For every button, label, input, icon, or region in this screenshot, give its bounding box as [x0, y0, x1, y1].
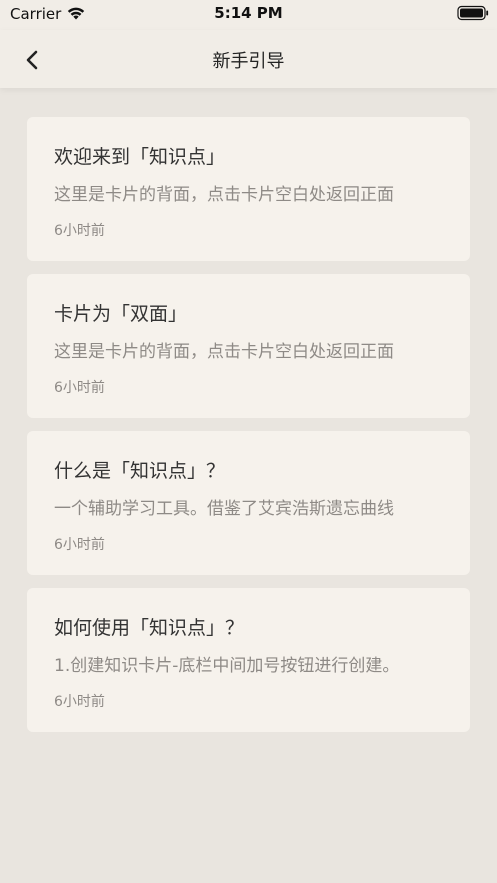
battery-icon — [457, 5, 489, 21]
knowledge-card[interactable]: 如何使用「知识点」？ 1.创建知识卡片-底栏中间加号按钮进行创建。 6小时前 — [27, 588, 470, 732]
knowledge-card[interactable]: 欢迎来到「知识点」 这里是卡片的背面，点击卡片空白处返回正面 6小时前 — [27, 117, 470, 261]
status-bar: Carrier 5:14 PM — [0, 0, 497, 30]
card-timestamp: 6小时前 — [54, 223, 105, 239]
card-timestamp: 6小时前 — [54, 537, 105, 553]
navigation-bar: 新手引导 — [0, 30, 497, 88]
card-title: 如何使用「知识点」？ — [54, 617, 245, 639]
card-timestamp: 6小时前 — [54, 694, 105, 710]
card-list: 欢迎来到「知识点」 这里是卡片的背面，点击卡片空白处返回正面 6小时前 卡片为「… — [27, 117, 470, 745]
knowledge-card[interactable]: 什么是「知识点」？ 一个辅助学习工具。借鉴了艾宾浩斯遗忘曲线 6小时前 — [27, 431, 470, 575]
status-time: 5:14 PM — [214, 4, 283, 22]
knowledge-card[interactable]: 卡片为「双面」 这里是卡片的背面，点击卡片空白处返回正面 6小时前 — [27, 274, 470, 418]
card-title: 什么是「知识点」？ — [54, 460, 226, 482]
card-title: 欢迎来到「知识点」 — [54, 146, 226, 168]
card-preview: 这里是卡片的背面，点击卡片空白处返回正面 — [54, 342, 394, 362]
page-title: 新手引导 — [212, 51, 285, 72]
card-preview: 1.创建知识卡片-底栏中间加号按钮进行创建。 — [54, 656, 400, 676]
card-preview: 一个辅助学习工具。借鉴了艾宾浩斯遗忘曲线 — [54, 499, 394, 519]
card-timestamp: 6小时前 — [54, 380, 105, 396]
card-title: 卡片为「双面」 — [54, 303, 188, 325]
card-preview: 这里是卡片的背面，点击卡片空白处返回正面 — [54, 185, 394, 205]
